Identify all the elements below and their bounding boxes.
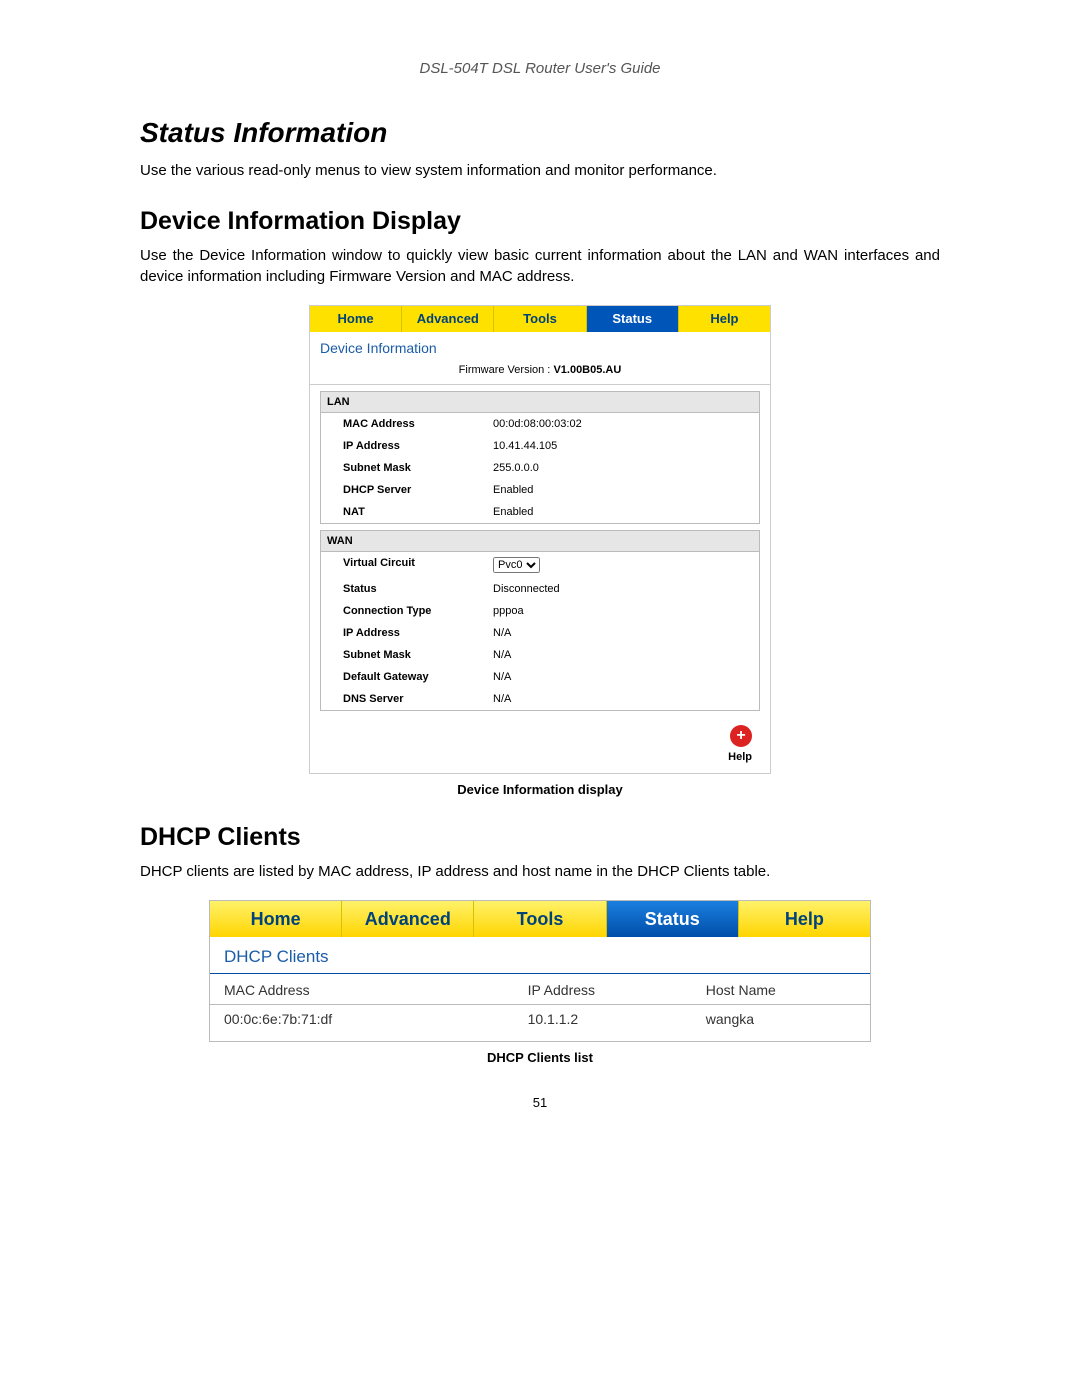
lan-ip-row: IP Address 10.41.44.105 — [321, 435, 759, 457]
lan-ip-label: IP Address — [343, 440, 493, 452]
device-info-panel: Home Advanced Tools Status Help Device I… — [309, 305, 771, 774]
tab-status[interactable]: Status — [587, 306, 679, 332]
lan-dhcp-row: DHCP Server Enabled — [321, 479, 759, 501]
wan-header: WAN — [321, 531, 759, 552]
lan-nat-row: NAT Enabled — [321, 501, 759, 523]
document-page: DSL-504T DSL Router User's Guide Status … — [0, 0, 1080, 1150]
col-host: Host Name — [692, 974, 870, 1005]
tab-help[interactable]: Help — [679, 306, 770, 332]
wan-ip-row: IP Address N/A — [321, 622, 759, 644]
tab2-tools[interactable]: Tools — [474, 901, 606, 937]
lan-mac-label: MAC Address — [343, 418, 493, 430]
cell-ip: 10.1.1.2 — [514, 1005, 692, 1042]
tab2-advanced[interactable]: Advanced — [342, 901, 474, 937]
lan-mask-row: Subnet Mask 255.0.0.0 — [321, 457, 759, 479]
lan-nat-label: NAT — [343, 506, 493, 518]
wan-dns-row: DNS Server N/A — [321, 688, 759, 710]
cell-mac: 00:0c:6e:7b:71:df — [210, 1005, 514, 1042]
firmware-label: Firmware Version : — [459, 364, 551, 376]
lan-block: LAN MAC Address 00:0d:08:00:03:02 IP Add… — [320, 391, 760, 524]
lan-mask-label: Subnet Mask — [343, 462, 493, 474]
lan-header: LAN — [321, 392, 759, 413]
lan-mask-value: 255.0.0.0 — [493, 462, 759, 474]
wan-vc-value: Pvc0 — [493, 557, 759, 573]
tab-tools[interactable]: Tools — [494, 306, 586, 332]
page-number: 51 — [140, 1095, 940, 1110]
subsection-dhcp-clients: DHCP Clients — [140, 823, 940, 852]
wan-status-value: Disconnected — [493, 583, 759, 595]
lan-nat-value: Enabled — [493, 506, 759, 518]
wan-ip-value: N/A — [493, 627, 759, 639]
section-intro: Use the various read-only menus to view … — [140, 161, 940, 181]
col-mac: MAC Address — [210, 974, 514, 1005]
tab2-status[interactable]: Status — [607, 901, 739, 937]
wan-gw-row: Default Gateway N/A — [321, 666, 759, 688]
virtual-circuit-select[interactable]: Pvc0 — [493, 557, 540, 573]
tab-bar-2: Home Advanced Tools Status Help — [210, 901, 870, 937]
table-row: 00:0c:6e:7b:71:df 10.1.1.2 wangka — [210, 1005, 870, 1042]
dhcp-clients-table: MAC Address IP Address Host Name 00:0c:6… — [210, 974, 870, 1041]
col-ip: IP Address — [514, 974, 692, 1005]
device-info-body: Use the Device Information window to qui… — [140, 246, 940, 287]
wan-ct-row: Connection Type pppoa — [321, 600, 759, 622]
cell-host: wangka — [692, 1005, 870, 1042]
tab2-help[interactable]: Help — [739, 901, 870, 937]
wan-dns-value: N/A — [493, 693, 759, 705]
wan-ip-label: IP Address — [343, 627, 493, 639]
help-label: Help — [728, 751, 752, 763]
firmware-value: V1.00B05.AU — [553, 364, 621, 376]
help-area: + Help — [310, 717, 770, 773]
wan-vc-row: Virtual Circuit Pvc0 — [321, 552, 759, 578]
wan-status-label: Status — [343, 583, 493, 595]
wan-gw-value: N/A — [493, 671, 759, 683]
caption-device-info: Device Information display — [140, 782, 940, 797]
firmware-line: Firmware Version : V1.00B05.AU — [310, 360, 770, 385]
document-header: DSL-504T DSL Router User's Guide — [140, 60, 940, 77]
lan-ip-value: 10.41.44.105 — [493, 440, 759, 452]
subsection-device-info: Device Information Display — [140, 207, 940, 236]
tab2-home[interactable]: Home — [210, 901, 342, 937]
tab-bar: Home Advanced Tools Status Help — [310, 306, 770, 332]
dhcp-clients-panel: Home Advanced Tools Status Help DHCP Cli… — [209, 900, 871, 1042]
panel-title: Device Information — [310, 332, 770, 360]
caption-dhcp: DHCP Clients list — [140, 1050, 940, 1065]
lan-dhcp-label: DHCP Server — [343, 484, 493, 496]
wan-block: WAN Virtual Circuit Pvc0 Status Disconne… — [320, 530, 760, 711]
tab-home[interactable]: Home — [310, 306, 402, 332]
wan-mask-row: Subnet Mask N/A — [321, 644, 759, 666]
section-title: Status Information — [140, 117, 940, 149]
lan-mac-value: 00:0d:08:00:03:02 — [493, 418, 759, 430]
wan-gw-label: Default Gateway — [343, 671, 493, 683]
wan-ct-value: pppoa — [493, 605, 759, 617]
wan-mask-label: Subnet Mask — [343, 649, 493, 661]
wan-ct-label: Connection Type — [343, 605, 493, 617]
tab-advanced[interactable]: Advanced — [402, 306, 494, 332]
wan-vc-label: Virtual Circuit — [343, 557, 493, 573]
wan-mask-value: N/A — [493, 649, 759, 661]
wan-status-row: Status Disconnected — [321, 578, 759, 600]
lan-dhcp-value: Enabled — [493, 484, 759, 496]
help-icon[interactable]: + — [730, 725, 752, 747]
wan-dns-label: DNS Server — [343, 693, 493, 705]
lan-mac-row: MAC Address 00:0d:08:00:03:02 — [321, 413, 759, 435]
dhcp-panel-title: DHCP Clients — [210, 937, 870, 974]
dhcp-clients-body: DHCP clients are listed by MAC address, … — [140, 862, 940, 882]
